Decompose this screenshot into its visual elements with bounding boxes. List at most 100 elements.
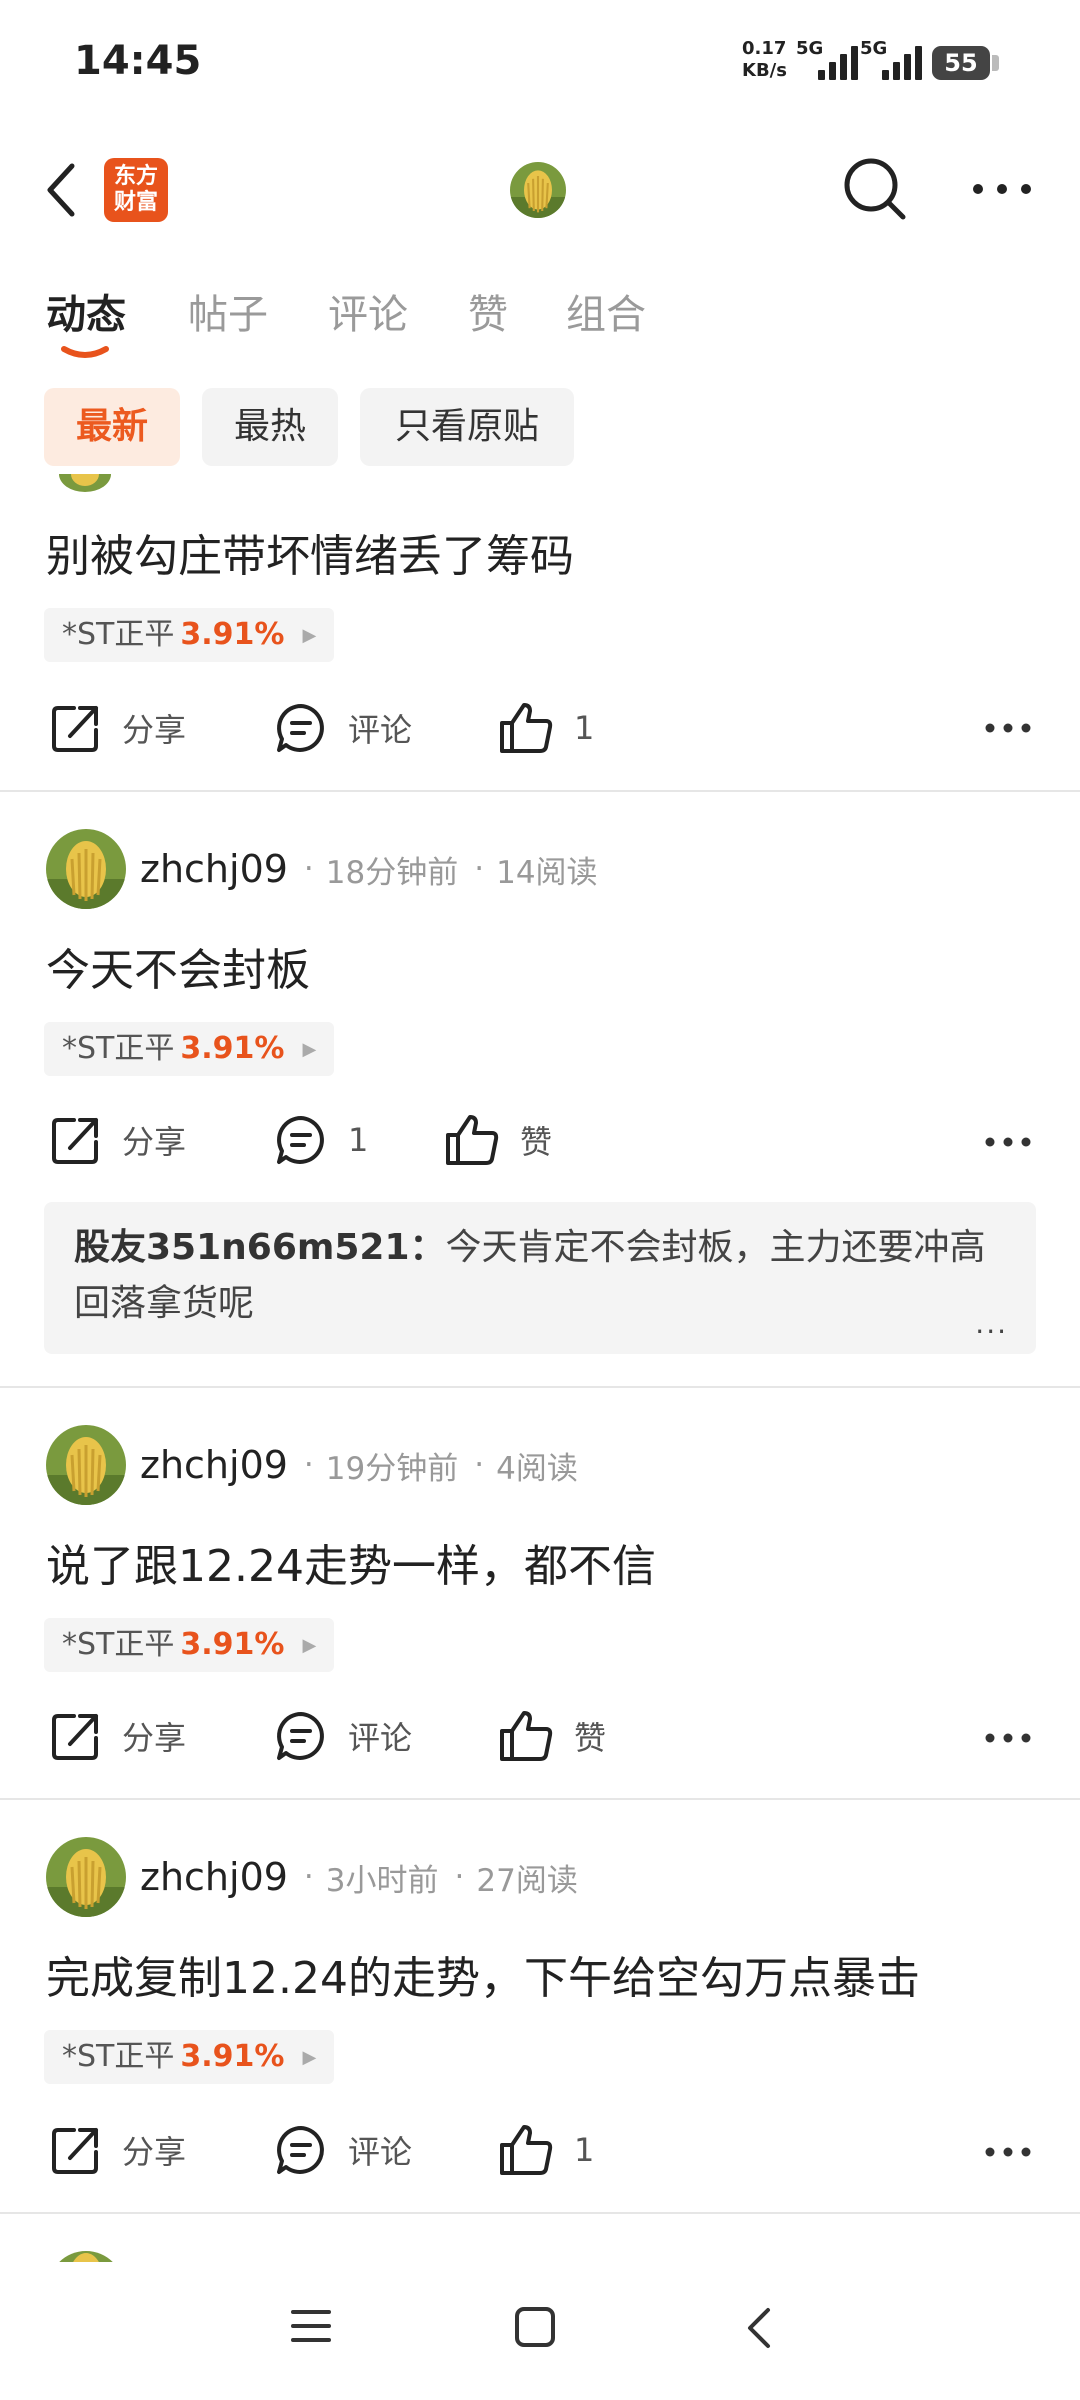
share-icon [52, 706, 98, 752]
stock-change: 3.91% [180, 1031, 285, 1066]
home-icon[interactable] [514, 2306, 556, 2352]
comment-icon [277, 1116, 324, 1164]
avatar-partial [58, 474, 112, 494]
post-text[interactable]: 说了跟12.24走势一样，都不信 [46, 1530, 656, 1594]
tab-likes[interactable]: 赞 [468, 282, 508, 340]
tab-dynamic[interactable]: 动态 [46, 282, 126, 340]
logo-line-1: 东方 [113, 164, 158, 189]
thumbs-up-icon [500, 1711, 553, 1761]
divider [0, 790, 1080, 792]
more-icon[interactable] [984, 720, 1032, 734]
stock-tag[interactable]: *ST正平 3.91% ▶ [44, 1022, 335, 1076]
more-icon[interactable] [984, 1134, 1032, 1148]
share-icon [52, 1714, 98, 1760]
filter-hottest[interactable]: 最热 [202, 388, 338, 466]
search-icon[interactable] [842, 156, 908, 222]
like-button[interactable]: 1 [498, 698, 594, 758]
stock-name: *ST正平 [62, 2039, 175, 2074]
meta-separator: · [454, 1859, 465, 1895]
share-button[interactable]: 分享 [50, 698, 186, 758]
tab-posts[interactable]: 帖子 [188, 282, 268, 340]
battery-level: 55 [944, 49, 978, 77]
stock-change: 3.91% [180, 1627, 285, 1662]
share-icon [52, 2128, 98, 2174]
read-count: 27阅读 [476, 1862, 578, 1899]
share-icon [52, 1118, 98, 1164]
app-logo[interactable]: 东方 财富 [104, 158, 168, 222]
share-button[interactable]: 分享 [50, 1110, 186, 1170]
avatar[interactable] [46, 1425, 126, 1505]
share-button[interactable]: 分享 [50, 1706, 186, 1766]
tab-comments[interactable]: 评论 [328, 282, 408, 340]
post-text[interactable]: 今天不会封板 [46, 934, 310, 998]
avatar[interactable] [46, 829, 126, 909]
stock-tag[interactable]: *ST正平 3.91% ▶ [44, 608, 335, 662]
post-text[interactable]: 别被勾庄带坏情绪丢了筹码 [46, 520, 574, 584]
thumbs-up-icon [500, 703, 553, 753]
comment-button[interactable]: 评论 [274, 2120, 412, 2180]
back-icon[interactable] [42, 160, 82, 220]
reply-more[interactable]: ... [975, 1307, 1008, 1340]
caret-right-icon: ▶ [302, 2046, 317, 2068]
like-button[interactable]: 1 [498, 2120, 594, 2180]
meta-separator: · [303, 1447, 314, 1483]
signal-bars-icon [882, 42, 922, 80]
comment-button[interactable]: 评论 [274, 698, 412, 758]
status-time: 14:45 [74, 38, 202, 84]
divider [0, 1386, 1080, 1388]
comment-icon [277, 1712, 324, 1760]
comment-icon [277, 2126, 324, 2174]
signal-bars-icon [818, 42, 858, 80]
back-nav-icon[interactable] [744, 2306, 774, 2354]
tab-portfolio[interactable]: 组合 [566, 282, 646, 340]
username[interactable]: zhchj09 [140, 1443, 288, 1487]
read-count: 14阅读 [496, 854, 598, 891]
post-author[interactable]: zhchj09 · 19分钟前 · 4阅读 [46, 1424, 578, 1506]
filter-original-only[interactable]: 只看原贴 [360, 388, 574, 466]
menu-icon[interactable] [290, 2306, 332, 2350]
reply-username[interactable]: 股友351n66m521： [74, 1227, 446, 1268]
thumbs-up-icon [446, 1115, 499, 1165]
post-author[interactable]: zhchj09 · 18分钟前 · 14阅读 [46, 828, 598, 910]
more-icon[interactable] [984, 1730, 1032, 1744]
stock-change: 3.91% [180, 617, 285, 652]
meta-separator: · [303, 1859, 314, 1895]
username[interactable]: zhchj09 [140, 1855, 288, 1899]
stock-tag[interactable]: *ST正平 3.91% ▶ [44, 2030, 335, 2084]
comment-label: 评论 [348, 1719, 413, 1757]
stock-name: *ST正平 [62, 1031, 175, 1066]
caret-right-icon: ▶ [302, 1038, 317, 1060]
post-time: 3小时前 [325, 1862, 439, 1899]
stock-tag[interactable]: *ST正平 3.91% ▶ [44, 1618, 335, 1672]
battery-cap [992, 55, 999, 71]
share-label: 分享 [122, 1123, 187, 1161]
post-text[interactable]: 完成复制12.24的走势，下午给空勾万点暴击 [46, 1942, 920, 2006]
logo-line-2: 财富 [113, 190, 158, 215]
avatar[interactable] [46, 1837, 126, 1917]
system-nav-bar [0, 2262, 1080, 2400]
username[interactable]: zhchj09 [140, 847, 288, 891]
share-button[interactable]: 分享 [50, 2120, 186, 2180]
header-avatar[interactable] [510, 162, 566, 218]
meta-separator: · [474, 1447, 485, 1483]
comment-button[interactable]: 评论 [274, 1706, 412, 1766]
comment-button[interactable]: 1 [274, 1110, 368, 1170]
comment-label: 评论 [348, 711, 413, 749]
read-count: 4阅读 [496, 1450, 578, 1487]
like-count: 1 [574, 709, 595, 747]
like-button[interactable]: 赞 [444, 1110, 552, 1170]
more-icon[interactable] [970, 176, 1034, 202]
post-author[interactable]: zhchj09 · 3小时前 · 27阅读 [46, 1836, 578, 1918]
post-time: 19分钟前 [325, 1450, 459, 1487]
comment-count: 1 [348, 1121, 369, 1159]
like-label: 赞 [574, 1719, 607, 1757]
comment-icon [277, 704, 324, 752]
reply-preview[interactable]: 股友351n66m521：今天肯定不会封板，主力还要冲高回落拿货呢 ... [44, 1202, 1036, 1354]
like-button[interactable]: 赞 [498, 1706, 606, 1766]
more-icon[interactable] [984, 2144, 1032, 2158]
like-label: 赞 [520, 1123, 553, 1161]
divider [0, 1798, 1080, 1800]
stock-name: *ST正平 [62, 617, 175, 652]
like-count: 1 [574, 2131, 595, 2169]
filter-latest[interactable]: 最新 [44, 388, 180, 466]
